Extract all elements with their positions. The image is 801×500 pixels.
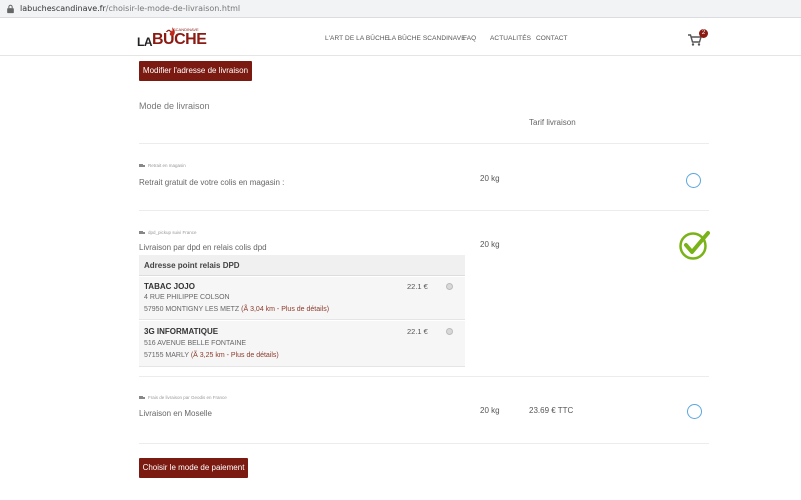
option-radio-retrait[interactable] bbox=[686, 173, 701, 188]
option-weight: 20 kg bbox=[480, 174, 500, 183]
relay-point-price: 22.1 € bbox=[407, 327, 428, 336]
relay-point-distance-link[interactable]: (Ã 3,04 km - Plus de détails) bbox=[241, 306, 329, 313]
cart-count-badge: 2 bbox=[699, 29, 708, 38]
site-header: LA BÛCHE SCANDINAVE L'ART DE LA BÛCHE LA… bbox=[0, 18, 801, 56]
option-small-label: Frais de livraison par Geodis en France bbox=[148, 395, 227, 400]
relay-point-street: 4 RUE PHILIPPE COLSON bbox=[144, 294, 230, 301]
option-radio-moselle[interactable] bbox=[687, 404, 702, 419]
nav-actualites[interactable]: ACTUALITÉS bbox=[490, 35, 531, 42]
option-weight: 20 kg bbox=[480, 240, 500, 249]
divider bbox=[139, 210, 709, 211]
url-text: labuchescandinave.fr/choisir-le-mode-de-… bbox=[20, 4, 241, 13]
nav-art-de-la-buche[interactable]: L'ART DE LA BÛCHE bbox=[325, 35, 389, 42]
relay-point-distance-link[interactable]: (Ã 3,25 km - Plus de détails) bbox=[191, 352, 279, 359]
lock-icon bbox=[7, 4, 14, 14]
truck-icon bbox=[139, 396, 145, 399]
selected-check-icon[interactable] bbox=[678, 229, 710, 261]
relay-point-name: 3G INFORMATIQUE bbox=[144, 327, 219, 336]
logo-scandinave: SCANDINAVE bbox=[173, 27, 199, 32]
relay-point-city: 57950 MONTIGNY LES METZ (Ã 3,04 km - Plu… bbox=[144, 306, 330, 313]
nav-faq[interactable]: FAQ bbox=[463, 35, 476, 42]
address-bar[interactable]: labuchescandinave.fr/choisir-le-mode-de-… bbox=[0, 0, 801, 18]
site-logo[interactable]: LA BÛCHE SCANDINAVE bbox=[137, 27, 207, 51]
relay-point-price: 22.1 € bbox=[407, 282, 428, 291]
option-price: 23.69 € TTC bbox=[529, 406, 574, 415]
relay-heading: Adresse point relais DPD bbox=[139, 255, 465, 276]
logo-buche: BÛCHE bbox=[152, 31, 207, 48]
tarif-heading: Tarif livraison bbox=[529, 118, 576, 127]
option-text: Livraison en Moselle bbox=[139, 409, 212, 418]
relay-point-row[interactable]: 3G INFORMATIQUE 516 AVENUE BELLE FONTAIN… bbox=[139, 321, 465, 367]
mode-heading: Mode de livraison bbox=[139, 101, 210, 111]
nav-contact[interactable]: CONTACT bbox=[536, 35, 568, 42]
truck-icon bbox=[139, 231, 145, 234]
divider bbox=[139, 143, 709, 144]
relay-heading-text: Adresse point relais DPD bbox=[144, 261, 240, 270]
relay-point-city: 57155 MARLY (Ã 3,25 km - Plus de détails… bbox=[144, 352, 279, 359]
divider bbox=[139, 443, 709, 444]
option-weight: 20 kg bbox=[480, 406, 500, 415]
relay-point-name: TABAC JOJO bbox=[144, 282, 195, 291]
option-text: Livraison par dpd en relais colis dpd bbox=[139, 243, 267, 252]
option-text: Retrait gratuit de votre colis en magasi… bbox=[139, 178, 285, 187]
choose-payment-button[interactable]: Choisir le mode de paiement bbox=[139, 458, 248, 478]
relay-point-street: 516 AVENUE BELLE FONTAINE bbox=[144, 340, 247, 347]
modify-address-button[interactable]: Modifier l'adresse de livraison bbox=[139, 61, 252, 81]
logo-la: LA bbox=[137, 35, 153, 49]
relay-point-radio[interactable] bbox=[446, 283, 453, 290]
nav-buche-scandinave[interactable]: LA BÛCHE SCANDINAVE bbox=[388, 35, 466, 42]
relay-point-radio[interactable] bbox=[446, 328, 453, 335]
option-small-label: dpd_pickup suivi France bbox=[148, 230, 197, 235]
relay-point-row[interactable]: TABAC JOJO 4 RUE PHILIPPE COLSON 57950 M… bbox=[139, 277, 465, 320]
option-small-label: Retrait en magasin bbox=[148, 163, 186, 168]
truck-icon bbox=[139, 164, 145, 167]
divider bbox=[139, 376, 709, 377]
